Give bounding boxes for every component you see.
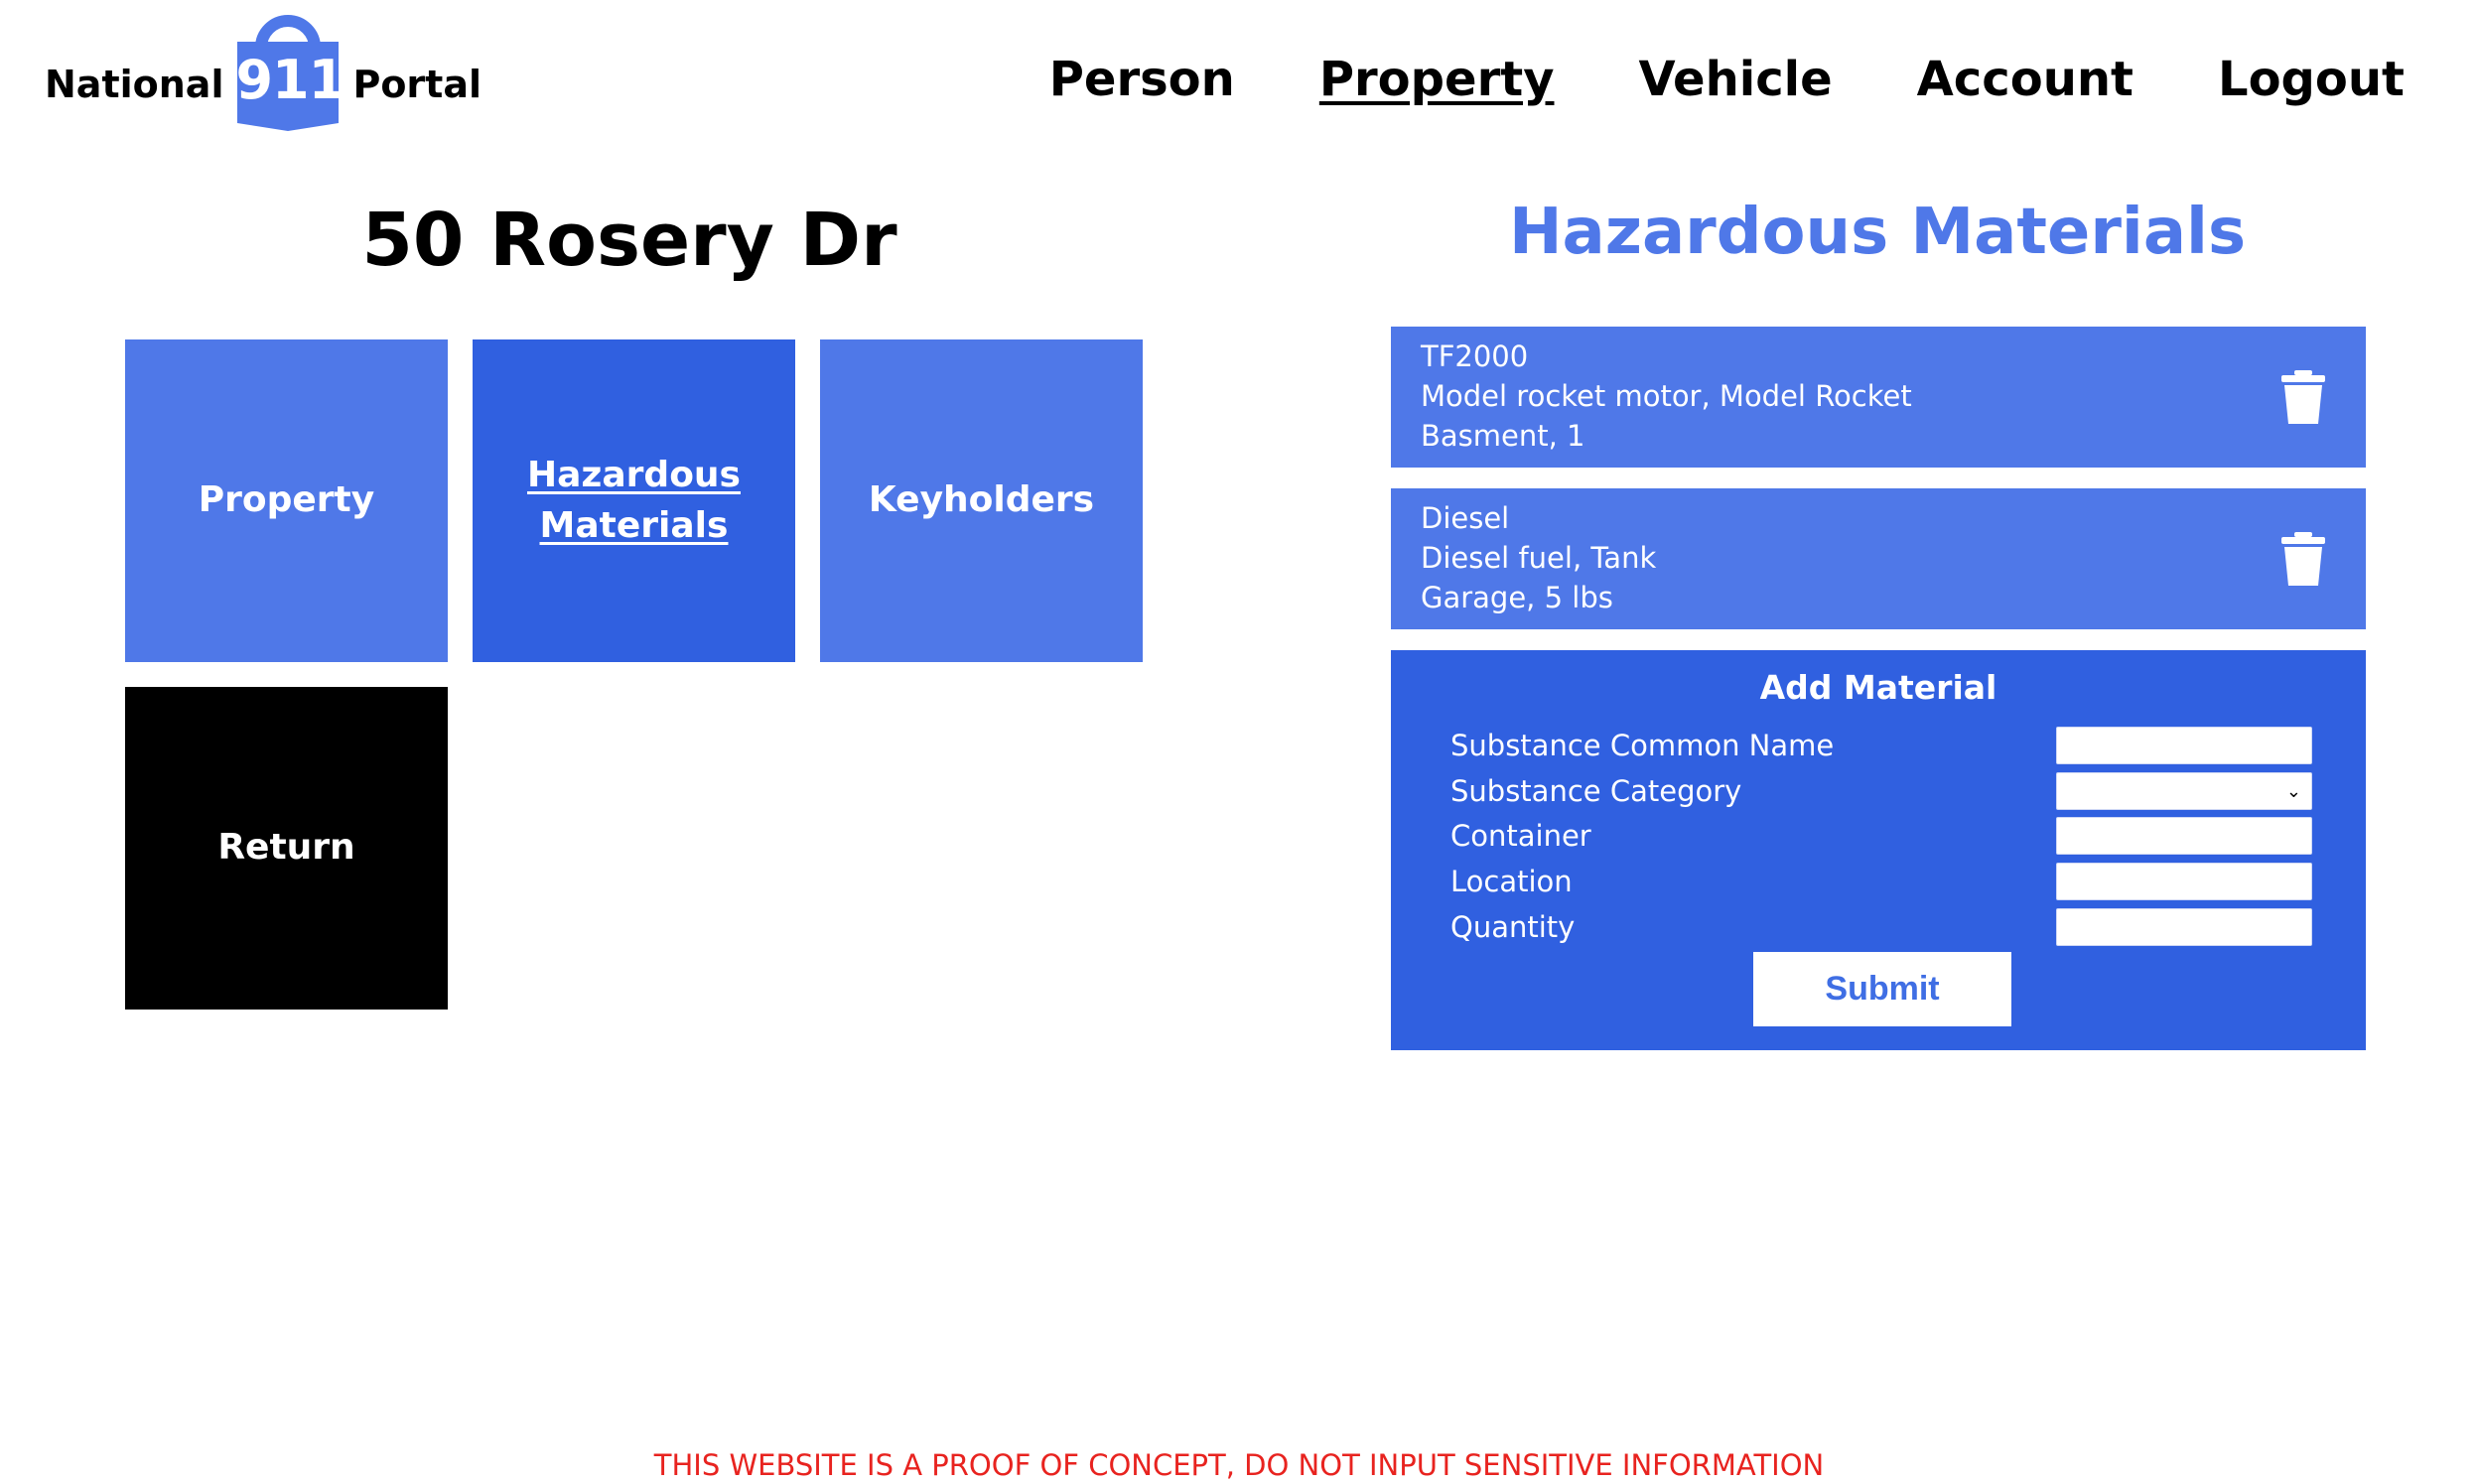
tile-property-button[interactable]: Property [125,339,448,662]
category-label: Substance Category [1450,774,1742,808]
hazmat-section-title: Hazardous Materials [1508,196,2247,269]
chevron-down-icon: ⌄ [2285,781,2301,802]
logo-word-national: National [45,63,224,106]
tile-hazmat-label: Hazardous Materials [527,451,741,551]
tile-hazmat-label-line2: Materials [539,504,729,546]
logo-number: 911 [235,49,345,111]
property-address: 50 Rosery Dr [361,198,897,283]
site-logo[interactable]: National 911 Portal [45,14,482,133]
material-description: Model rocket motor, Model Rocket [1421,379,1912,413]
quantity-input[interactable] [2056,908,2312,946]
submit-button[interactable]: Submit [1753,952,2011,1026]
material-name: TF2000 [1421,339,1529,373]
tile-property-label: Property [198,479,375,521]
material-description: Diesel fuel, Tank [1421,541,1657,575]
nav-property[interactable]: Property [1319,52,1555,109]
tile-return-label: Return [217,827,355,869]
category-select[interactable]: ⌄ [2056,772,2312,810]
common-name-label: Substance Common Name [1450,729,1835,762]
common-name-input[interactable] [2056,727,2312,764]
location-input[interactable] [2056,863,2312,900]
material-location-quantity: Basment, 1 [1421,419,1585,453]
quantity-label: Quantity [1450,910,1576,944]
material-card: Diesel Diesel fuel, Tank Garage, 5 lbs [1391,488,2366,629]
material-card: TF2000 Model rocket motor, Model Rocket … [1391,327,2366,468]
material-name: Diesel [1421,501,1510,535]
padlock-badge-icon: 911 [235,14,345,133]
proof-of-concept-disclaimer: THIS WEBSITE IS A PROOF OF CONCEPT, DO N… [653,1448,1825,1482]
nav-vehicle[interactable]: Vehicle [1638,52,1832,109]
tile-keyholders-label: Keyholders [868,479,1095,521]
logo-word-portal: Portal [352,63,482,106]
trash-icon[interactable] [2280,532,2326,586]
tile-hazardous-materials-button[interactable]: Hazardous Materials [473,339,795,662]
container-input[interactable] [2056,817,2312,855]
nav-account[interactable]: Account [1917,52,2134,109]
nav-person[interactable]: Person [1049,52,1235,109]
location-label: Location [1450,865,1573,898]
material-location-quantity: Garage, 5 lbs [1421,581,1613,614]
trash-icon[interactable] [2280,370,2326,424]
main-nav: Person Property Vehicle Account Logout [965,52,2405,109]
tile-keyholders-button[interactable]: Keyholders [820,339,1143,662]
add-material-form: Add Material Substance Common Name Subst… [1391,650,2366,1050]
tile-hazmat-label-line1: Hazardous [527,455,741,496]
add-material-title: Add Material [1759,668,1997,707]
tile-return-button[interactable]: Return [125,687,448,1010]
nav-logout[interactable]: Logout [2218,52,2405,109]
container-label: Container [1450,819,1591,853]
